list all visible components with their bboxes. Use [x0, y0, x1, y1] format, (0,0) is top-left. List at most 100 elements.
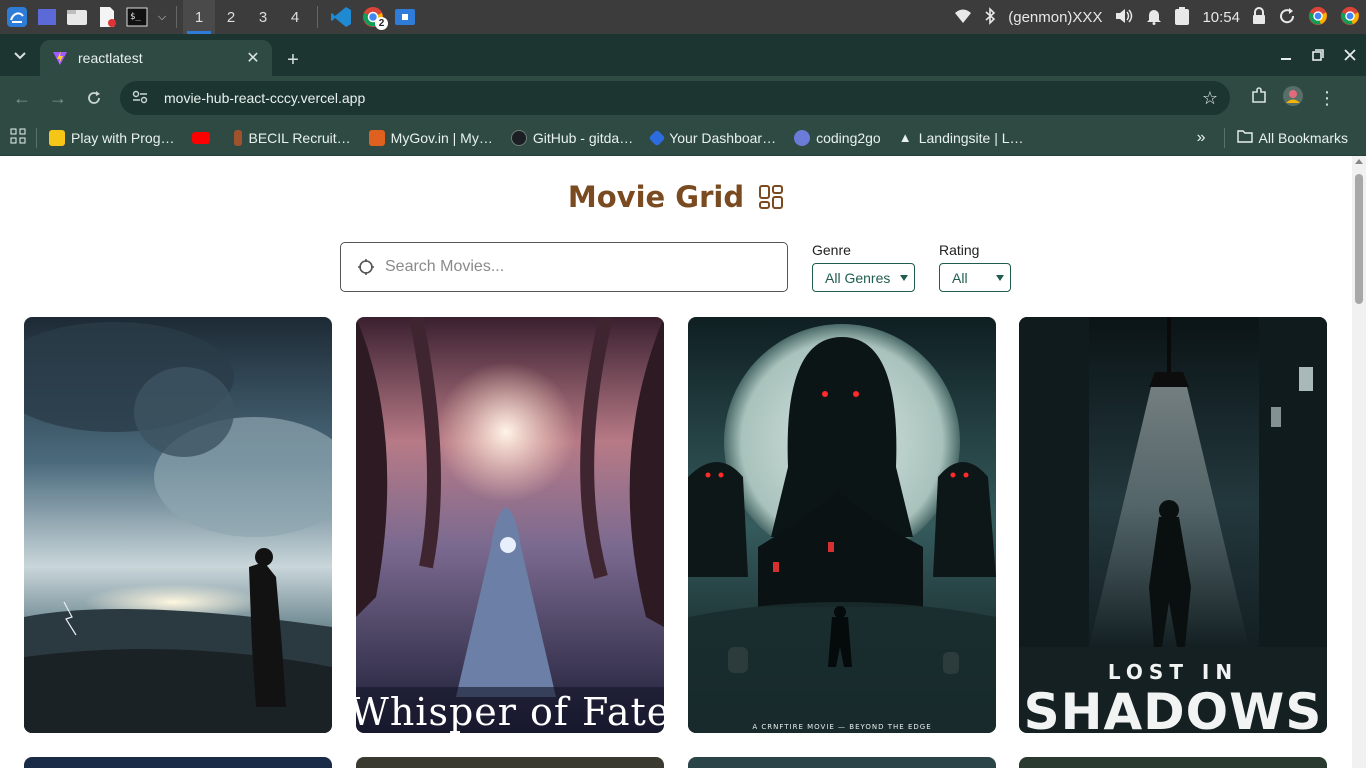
rating-select[interactable]: All — [939, 263, 1011, 292]
movie-card[interactable] — [1019, 757, 1327, 768]
text-editor-icon[interactable] — [94, 4, 120, 30]
bookmarks-separator — [36, 127, 37, 148]
genre-select[interactable]: All Genres — [812, 263, 915, 292]
workspace-3[interactable]: 3 — [247, 0, 279, 34]
bookmarks-separator — [1223, 127, 1225, 148]
bookmarks-bar: Play with Prog… BECIL Recruit… MyGov.in … — [0, 120, 1366, 156]
apps-grid-icon[interactable] — [10, 128, 26, 147]
volume-icon[interactable] — [1114, 7, 1134, 28]
tab-title: reactlatest — [78, 50, 143, 66]
genre-label: Genre — [812, 242, 851, 258]
more-bookmarks-icon[interactable]: » — [1197, 129, 1206, 147]
bookmark-label: Your Dashboar… — [669, 129, 777, 146]
poster-tagline-text: A CRNFTIRE MOVIE — BEYOND THE EDGE — [752, 723, 931, 731]
chrome-icon[interactable] — [1308, 6, 1328, 29]
clock[interactable]: 10:54 — [1202, 9, 1240, 26]
movie-card[interactable] — [356, 757, 664, 768]
poster-storm — [24, 317, 332, 733]
forward-icon[interactable]: → — [40, 80, 76, 116]
new-tab-button[interactable]: + — [278, 44, 308, 76]
os-taskbar: $_ ⌵ 1 2 3 4 2 (genmon)XXX 10:54 — [0, 0, 1366, 34]
genre-selected-value: All Genres — [825, 269, 891, 286]
bookmark-landingsite[interactable]: ▲ Landingsite | L… — [899, 130, 1024, 146]
terminal-icon[interactable]: $_ — [124, 4, 150, 30]
search-box[interactable] — [340, 242, 788, 292]
bookmark-label: BECIL Recruit… — [248, 129, 351, 146]
page-title: Movie Grid — [567, 180, 745, 214]
site-info-icon[interactable] — [132, 90, 154, 107]
movie-card[interactable]: A CRNFTIRE MOVIE — BEYOND THE EDGE — [688, 317, 996, 733]
bookmark-favicon-icon — [234, 129, 243, 146]
poster-whisper-of-fate: Whisper of Fate — [356, 317, 664, 733]
movie-card[interactable]: Whisper of Fate — [356, 317, 664, 733]
scroll-thumb[interactable] — [1355, 174, 1363, 304]
poster-title-bottom: SHADOWS — [1024, 683, 1323, 733]
url-text[interactable]: movie-hub-react-cccy.vercel.app — [164, 90, 1202, 106]
chrome-icon[interactable] — [1340, 6, 1360, 29]
rocket-icon: ▲ — [898, 129, 912, 145]
file-manager-icon[interactable] — [64, 4, 90, 30]
reload-icon[interactable] — [76, 80, 112, 116]
close-window-icon[interactable] — [1334, 34, 1366, 76]
bookmark-label: GitHub - gitda… — [532, 129, 634, 146]
workspace-2[interactable]: 2 — [215, 0, 247, 34]
app-menu-icon[interactable] — [4, 4, 30, 30]
chrome-badge: 2 — [375, 17, 388, 30]
search-input[interactable] — [385, 258, 765, 276]
genre-filter: Genre All Genres — [812, 242, 915, 292]
page-header: Movie Grid — [0, 180, 1352, 214]
vscode-icon[interactable] — [328, 4, 354, 30]
minimize-icon[interactable] — [1270, 34, 1302, 76]
movie-card[interactable] — [688, 757, 996, 768]
profile-avatar-icon[interactable] — [1282, 85, 1304, 112]
bookmark-github[interactable]: GitHub - gitda… — [510, 129, 634, 146]
bookmark-coding2go[interactable]: coding2go — [794, 129, 881, 146]
bookmark-your-dashboard[interactable]: Your Dashboar… — [648, 129, 777, 146]
bookmark-becil-recruitment[interactable]: BECIL Recruit… — [234, 129, 351, 146]
bookmark-mygov[interactable]: MyGov.in | My… — [368, 129, 493, 146]
kebab-menu-icon[interactable]: ⋮ — [1318, 88, 1336, 109]
chrome-icon[interactable]: 2 — [358, 4, 388, 30]
all-bookmarks-button[interactable]: All Bookmarks — [1236, 129, 1348, 146]
browser-toolbar: ← → movie-hub-react-cccy.vercel.app ☆ ⋮ — [0, 76, 1366, 120]
bluetooth-icon[interactable] — [984, 6, 996, 28]
app-window-icon[interactable] — [392, 4, 418, 30]
bookmark-favicon-icon — [794, 129, 811, 146]
back-icon[interactable]: ← — [4, 80, 40, 116]
chevron-down-icon — [900, 274, 908, 281]
poster-haunted-house: A CRNFTIRE MOVIE — BEYOND THE EDGE — [688, 317, 996, 733]
restore-icon[interactable] — [1302, 34, 1334, 76]
page-viewport: Movie Grid Genre All Genres Rating All — [0, 156, 1352, 768]
address-bar[interactable]: movie-hub-react-cccy.vercel.app ☆ — [120, 81, 1230, 115]
lock-icon[interactable] — [1252, 6, 1266, 28]
battery-icon[interactable] — [1174, 6, 1190, 29]
chevron-down-icon[interactable]: ⌵ — [154, 4, 170, 30]
tab-reactlatest[interactable]: reactlatest ✕ — [40, 40, 272, 76]
page-scrollbar[interactable] — [1352, 156, 1366, 768]
vite-favicon-icon — [53, 51, 67, 65]
scroll-up-arrow-icon[interactable] — [1355, 159, 1363, 164]
folder-icon — [1236, 129, 1253, 146]
network-label[interactable]: (genmon)XXX — [1008, 9, 1102, 26]
bookmark-youtube[interactable] — [192, 131, 216, 144]
movie-card[interactable] — [24, 317, 332, 733]
svg-text:$_: $_ — [130, 12, 141, 22]
workspace-4[interactable]: 4 — [279, 0, 311, 34]
movie-card[interactable]: LOST IN SHADOWS — [1019, 317, 1327, 733]
bookmark-play-with-programming[interactable]: Play with Prog… — [49, 129, 174, 146]
tab-search-icon[interactable] — [6, 42, 34, 70]
workspace-1[interactable]: 1 — [183, 0, 215, 34]
bookmark-star-icon[interactable]: ☆ — [1202, 88, 1218, 109]
wifi-icon[interactable] — [954, 8, 972, 27]
extensions-icon[interactable] — [1250, 86, 1268, 110]
close-tab-icon[interactable]: ✕ — [244, 48, 262, 68]
rating-selected-value: All — [952, 269, 968, 286]
poster-title-text: Whisper of Fate — [356, 690, 664, 733]
refresh-icon[interactable] — [1278, 7, 1296, 28]
desktop-icon[interactable] — [34, 4, 60, 30]
bookmark-label: coding2go — [816, 129, 881, 146]
bell-icon[interactable] — [1146, 7, 1162, 28]
bookmark-favicon-icon — [49, 129, 65, 146]
movie-card[interactable] — [24, 757, 332, 768]
bookmark-label: Landingsite | L… — [918, 129, 1024, 146]
